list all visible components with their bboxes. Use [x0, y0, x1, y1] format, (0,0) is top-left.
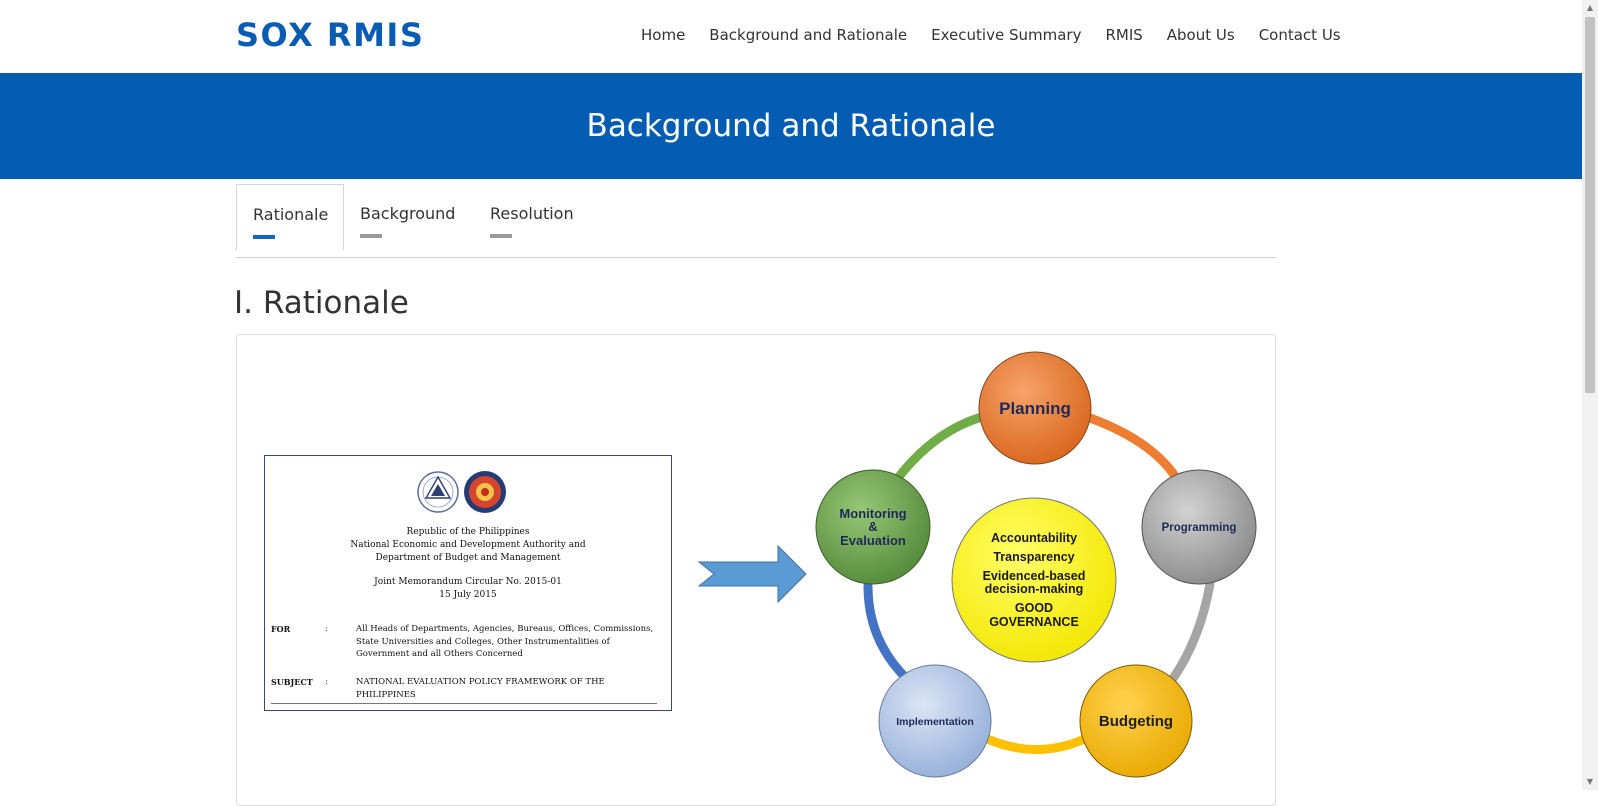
- site-logo[interactable]: SOX RMIS: [236, 16, 424, 54]
- memo-colon: :: [325, 624, 328, 633]
- memo-colon: :: [325, 677, 328, 686]
- scroll-up-icon[interactable]: ▲: [1585, 2, 1595, 14]
- nav-background-and-rationale[interactable]: Background and Rationale: [709, 26, 907, 44]
- tab-background-label: Background: [360, 204, 456, 223]
- memo-header-line2: National Economic and Development Author…: [350, 540, 586, 550]
- memo-for-label: FOR: [271, 624, 291, 634]
- nav-home[interactable]: Home: [641, 26, 685, 44]
- page-title: Background and Rationale: [586, 108, 996, 144]
- tab-resolution[interactable]: Resolution: [490, 184, 580, 249]
- tab-rationale-label: Rationale: [253, 205, 329, 224]
- tab-indicator: [490, 234, 512, 238]
- memo-header-line1: Republic of the Philippines: [406, 527, 530, 537]
- memo-subject-text: NATIONAL EVALUATION POLICY FRAMEWORK OF …: [356, 677, 605, 700]
- scroll-down-icon[interactable]: ▼: [1585, 776, 1595, 788]
- memorandum-document: Republic of the Philippines National Eco…: [264, 455, 672, 711]
- seals-logos: [417, 471, 506, 513]
- nav-rmis[interactable]: RMIS: [1105, 26, 1142, 44]
- memo-for-text: All Heads of Departments, Agencies, Bure…: [356, 624, 654, 659]
- nav-about-us[interactable]: About Us: [1167, 26, 1235, 44]
- nav-contact-us[interactable]: Contact Us: [1259, 26, 1341, 44]
- tab-resolution-label: Resolution: [490, 204, 574, 223]
- page-scrollbar-thumb[interactable]: [1585, 17, 1595, 393]
- memo-circular-number: Joint Memorandum Circular No. 2015-01: [374, 577, 562, 587]
- nav-executive-summary[interactable]: Executive Summary: [931, 26, 1081, 44]
- page-banner: Background and Rationale: [0, 73, 1582, 179]
- top-navbar: SOX RMIS Home Background and Rationale E…: [0, 0, 1582, 73]
- memo-divider: [271, 703, 657, 704]
- tab-background[interactable]: Background: [360, 184, 460, 249]
- neda-seal-icon: [417, 471, 459, 513]
- main-nav: Home Background and Rationale Executive …: [641, 26, 1341, 44]
- memo-subject-label: SUBJECT: [271, 677, 313, 687]
- dbm-seal-icon: [464, 471, 506, 513]
- memo-header-line3: Department of Budget and Management: [375, 553, 561, 563]
- tab-bar: Rationale Background Resolution: [236, 184, 1276, 258]
- tab-active-indicator: [253, 235, 275, 239]
- section-heading: I. Rationale: [234, 285, 409, 321]
- memo-date: 15 July 2015: [439, 590, 497, 600]
- tab-indicator: [360, 234, 382, 238]
- tab-rationale[interactable]: Rationale: [236, 184, 344, 250]
